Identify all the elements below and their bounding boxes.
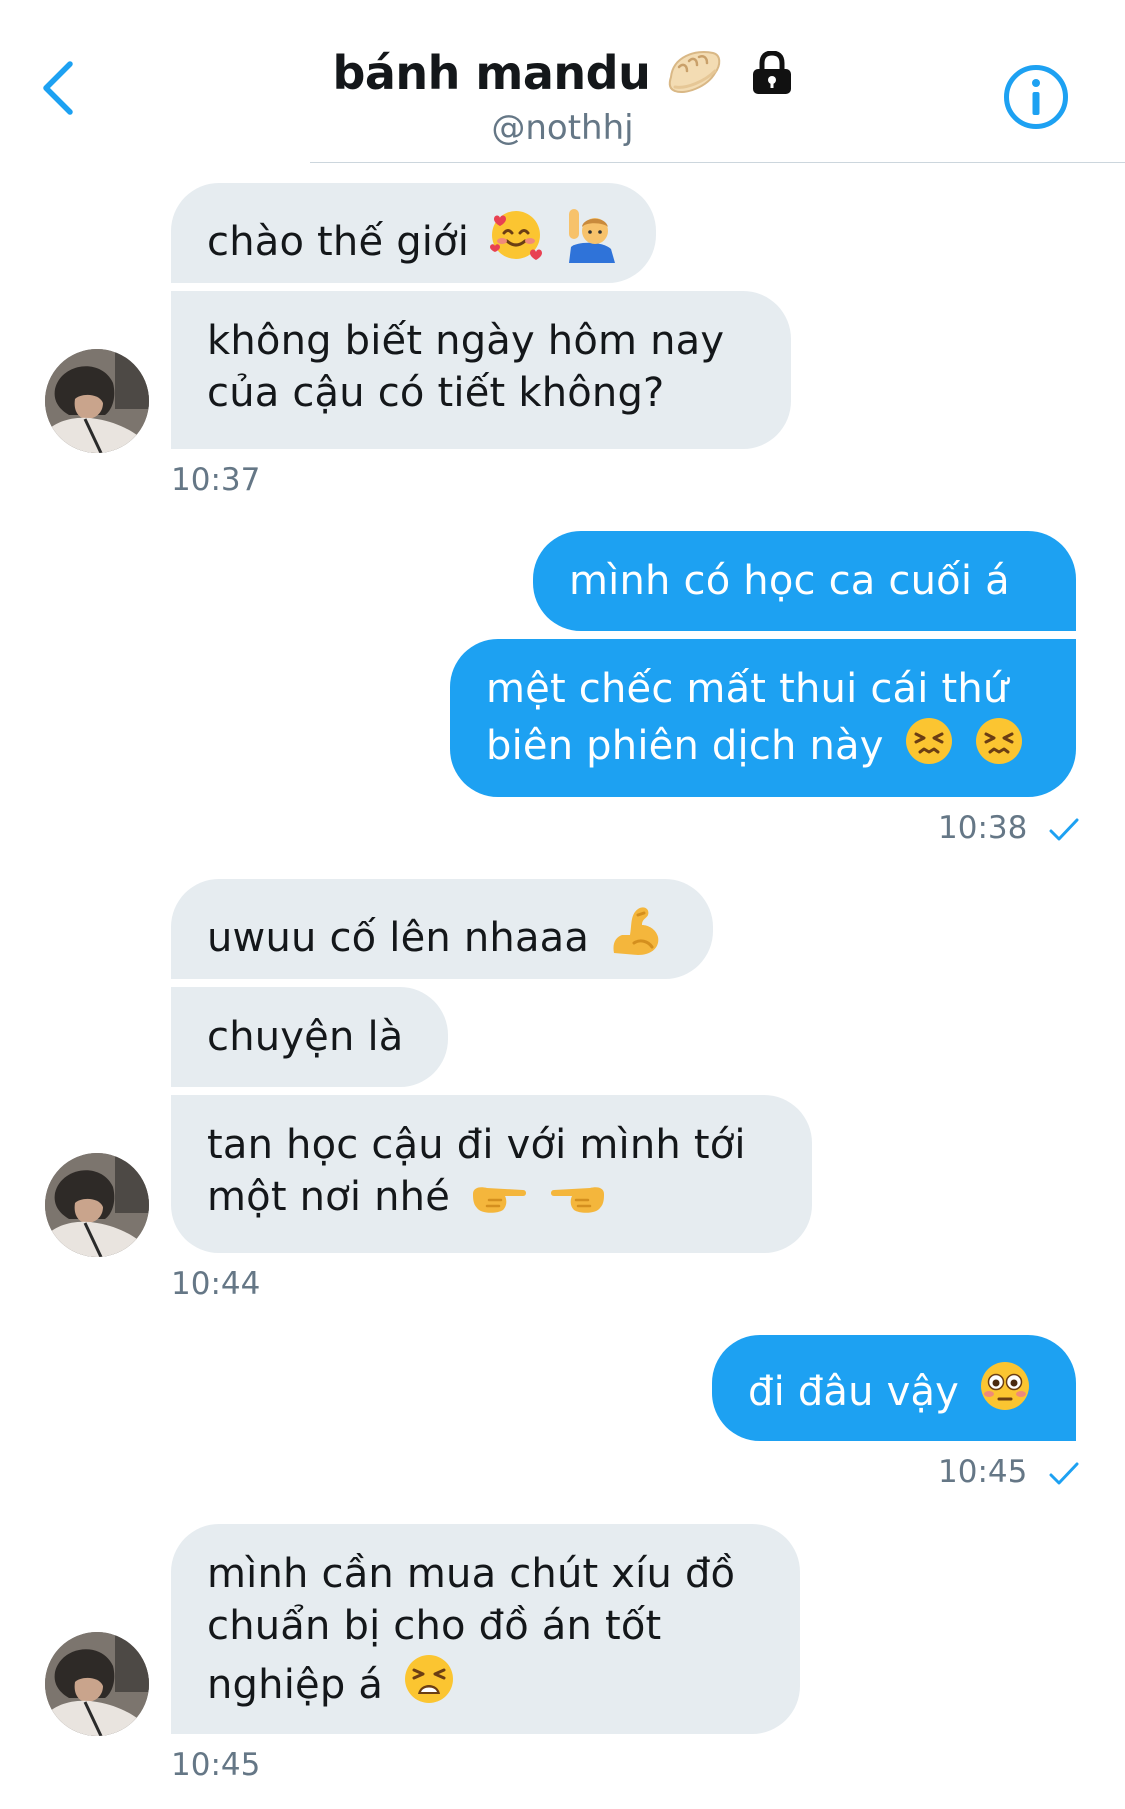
- incoming-message-bubble[interactable]: uwuu cố lên nhaaa: [171, 879, 713, 979]
- timestamp-text: 10:38: [938, 810, 1028, 846]
- conversation-header: bánh mandu: [0, 46, 1125, 100]
- avatar-photo: [45, 1153, 149, 1257]
- persevering-face-emoji-icon: [976, 718, 1023, 764]
- message-timestamp: 10:44: [171, 1266, 261, 1302]
- message-text: chào thế giới: [207, 219, 470, 265]
- conversation-handle[interactable]: @nothhj: [0, 108, 1125, 148]
- contact-avatar[interactable]: [45, 1632, 149, 1736]
- header-divider: [310, 162, 1125, 163]
- message-text: không biết ngày hôm nay của cậu có tiết …: [207, 318, 725, 416]
- sent-check-icon: [1049, 818, 1079, 840]
- message-timestamp: 10:45: [171, 1747, 261, 1783]
- smiling-face-with-hearts-emoji-icon: [490, 211, 543, 260]
- avatar-photo: [45, 1632, 149, 1736]
- incoming-message-bubble[interactable]: chuyện là: [171, 987, 448, 1087]
- sent-check-icon: [1049, 1462, 1079, 1484]
- incoming-message-bubble[interactable]: chào thế giới: [171, 183, 656, 283]
- incoming-message-bubble[interactable]: mình cần mua chút xíu đồ chuẩn bị cho đồ…: [171, 1524, 800, 1734]
- person-raising-hand-emoji-icon: [568, 209, 615, 263]
- message-text: đi đâu vậy: [748, 1369, 960, 1415]
- timestamp-text: 10:45: [938, 1454, 1028, 1490]
- message-text: mình cần mua chút xíu đồ chuẩn bị cho đồ…: [207, 1551, 736, 1708]
- message-text: mình có học ca cuối á: [569, 558, 1010, 604]
- conversation-title: bánh mandu: [332, 46, 651, 100]
- contact-avatar[interactable]: [45, 1153, 149, 1257]
- persevering-face-emoji-icon: [905, 718, 952, 764]
- flushed-face-emoji-icon: [980, 1362, 1029, 1410]
- message-timestamp: 10:38: [938, 810, 1079, 846]
- incoming-message-bubble[interactable]: tan học cậu đi với mình tới một nơi nhé: [171, 1095, 812, 1253]
- tired-face-emoji-icon: [404, 1655, 453, 1703]
- message-timestamp: 10:45: [938, 1454, 1079, 1490]
- dumpling-emoji-icon: [669, 51, 721, 93]
- info-icon[interactable]: [1003, 64, 1069, 130]
- contact-avatar[interactable]: [45, 349, 149, 453]
- flexed-biceps-emoji-icon: [613, 907, 659, 955]
- message-timestamp: 10:37: [171, 462, 261, 498]
- incoming-message-bubble[interactable]: không biết ngày hôm nay của cậu có tiết …: [171, 291, 791, 449]
- message-text: uwuu cố lên nhaaa: [207, 915, 590, 961]
- message-text: chuyện là: [207, 1014, 404, 1060]
- outgoing-message-bubble[interactable]: mệt chếc mất thui cái thứ biên phiên dịc…: [450, 639, 1076, 797]
- outgoing-message-bubble[interactable]: đi đâu vậy: [712, 1335, 1076, 1441]
- avatar-photo: [45, 349, 149, 453]
- lock-icon: [752, 51, 791, 94]
- outgoing-message-bubble[interactable]: mình có học ca cuối á: [533, 531, 1076, 631]
- pointing-right-emoji-icon: [472, 1187, 526, 1213]
- pointing-left-emoji-icon: [550, 1187, 604, 1213]
